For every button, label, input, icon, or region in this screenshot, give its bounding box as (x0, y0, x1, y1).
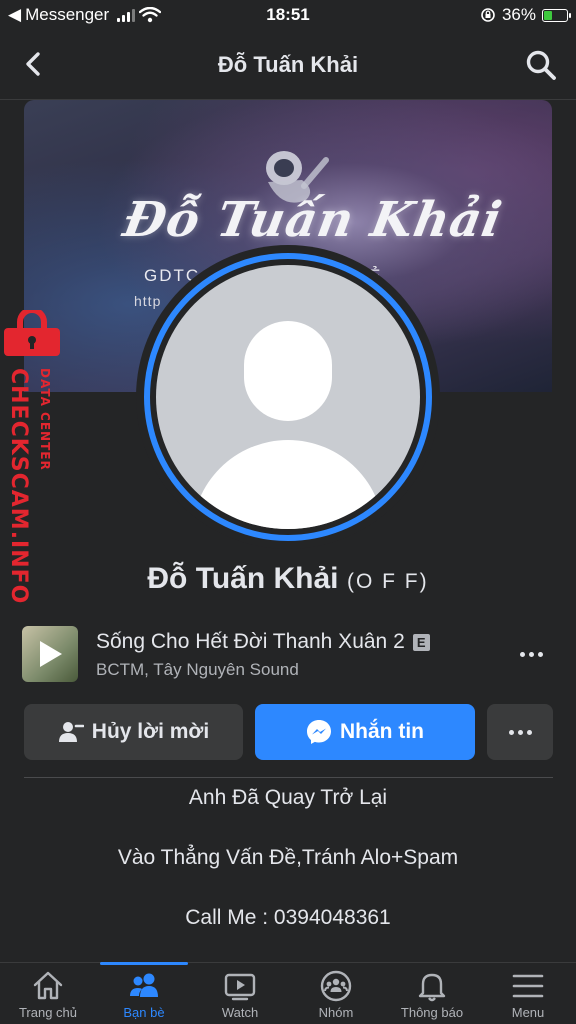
tab-menu[interactable]: Menu (480, 963, 576, 1024)
music-artist: BCTM, Tây Nguyên Sound (96, 660, 299, 679)
cover-title: Đỗ Tuấn Khải (119, 192, 507, 248)
music-thumbnail[interactable] (22, 626, 78, 682)
bio-line: Anh Đã Quay Trở Lại (188, 786, 388, 809)
cancel-friend-request-icon (58, 722, 84, 742)
play-icon (40, 641, 62, 667)
profile-nickname: (O F F) (346, 570, 429, 593)
profile-header: Đỗ Tuấn Khải (0, 30, 576, 100)
tab-label: Trang chủ (18, 1005, 78, 1020)
more-options-icon[interactable] (520, 646, 548, 662)
orientation-lock-icon (481, 8, 495, 22)
messenger-icon (307, 720, 331, 744)
battery-percent: 36% (501, 5, 536, 24)
tab-watch[interactable]: Watch (192, 963, 288, 1024)
lock-icon (4, 310, 60, 356)
home-icon (33, 971, 63, 1000)
divider (24, 777, 553, 778)
tab-label: Nhóm (318, 1005, 354, 1020)
more-actions-button[interactable] (487, 704, 553, 760)
bottom-tab-bar: Trang chủ Bạn bè Watch Nhóm Thông báo Me… (0, 962, 576, 1024)
message-label: Nhắn tin (340, 720, 424, 743)
watch-icon (224, 973, 256, 1001)
bio-line: Call Me : 0394048361 (185, 906, 391, 929)
tab-label: Thông báo (400, 1005, 464, 1020)
tab-friends[interactable]: Bạn bè (96, 962, 192, 1024)
tab-label: Watch (221, 1005, 259, 1020)
profile-picture[interactable] (136, 245, 440, 549)
bio-line: Vào Thẳng Vấn Đề,Tránh Alo+Spam (117, 846, 459, 869)
status-bar: ◀ Messenger 18:51 36% (0, 0, 576, 30)
tab-groups[interactable]: Nhóm (288, 963, 384, 1024)
ellipsis-icon (508, 729, 532, 735)
explicit-badge: E (412, 633, 430, 651)
message-button[interactable]: Nhắn tin (255, 704, 475, 760)
groups-icon (320, 970, 352, 1002)
profile-name-row: Đỗ Tuấn Khải (O F F) (0, 562, 576, 596)
tab-home[interactable]: Trang chủ (0, 963, 96, 1024)
profile-music[interactable]: Sống Cho Hết Đời Thanh Xuân 2 E BCTM, Tâ… (22, 626, 554, 684)
cancel-request-button[interactable]: Hủy lời mời (24, 704, 243, 760)
checkscam-watermark: CHECKSCAM.INFO DATA CENTER (4, 310, 60, 604)
battery-icon (542, 8, 571, 22)
menu-icon (512, 974, 544, 998)
watermark-subtext: DATA CENTER (38, 368, 52, 471)
tab-notifications[interactable]: Thông báo (384, 963, 480, 1024)
battery-level (544, 10, 552, 20)
page-title: Đỗ Tuấn Khải (217, 52, 359, 77)
music-title: Sống Cho Hết Đời Thanh Xuân 2 (96, 630, 405, 653)
search-icon[interactable] (524, 48, 558, 82)
default-avatar-icon (156, 265, 420, 529)
bell-icon (418, 973, 446, 1002)
active-tab-indicator (100, 962, 188, 965)
cancel-request-label: Hủy lời mời (91, 720, 210, 743)
tab-label: Bạn bè (123, 1005, 165, 1020)
tab-label: Menu (511, 1005, 545, 1020)
profile-name: Đỗ Tuấn Khải (147, 562, 339, 595)
friends-icon (130, 973, 158, 997)
